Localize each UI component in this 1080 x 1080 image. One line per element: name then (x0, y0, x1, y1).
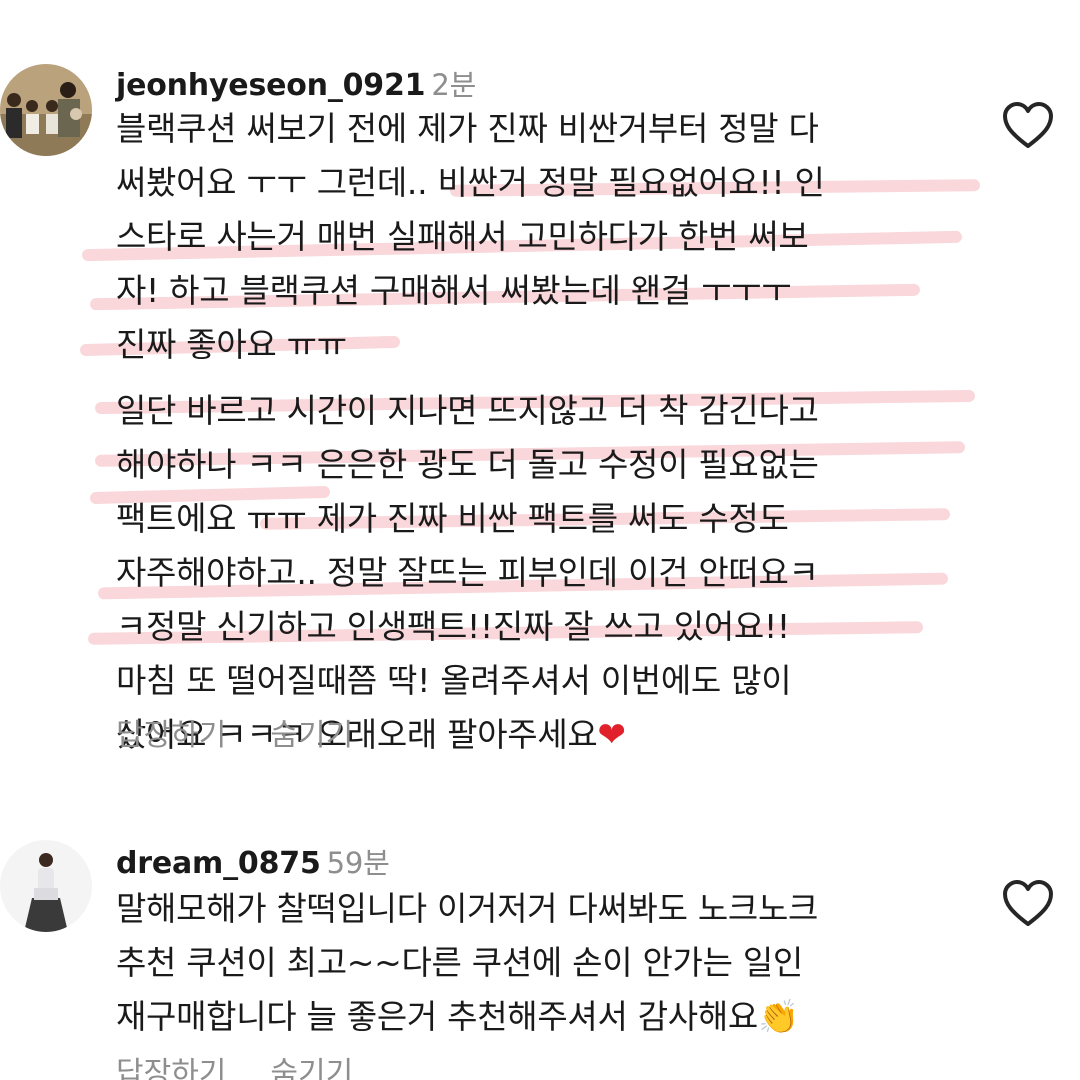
username-text[interactable]: dream_0875 (116, 846, 321, 881)
heart-icon[interactable] (1002, 880, 1054, 928)
comment-line: 말해모해가 찰떡입니다 이거저거 다써봐도 노크노크 (116, 889, 819, 928)
hide-button[interactable]: 숨기기 (270, 1056, 353, 1080)
comment-username[interactable]: dream_0875 59분 (116, 840, 390, 882)
comment-time: 59분 (326, 846, 390, 880)
reply-button[interactable]: 답장하기 (116, 1056, 226, 1080)
comments-screen: jeonhyeseon_0921 2분 블랙쿠션 써보기 전에 제가 진짜 비싼거… (0, 0, 1080, 1080)
avatar-photo-icon (0, 840, 92, 932)
comment-line-last: 재구매합니다 늘 좋은거 추천해주셔서 감사해요👏 (116, 990, 986, 1044)
clapping-hands-emoji-icon: 👏 (757, 997, 799, 1036)
comment-text: 말해모해가 찰떡입니다 이거저거 다써봐도 노크노크 추천 쿠션이 최고~~다른… (116, 882, 986, 1044)
avatar[interactable] (0, 840, 92, 932)
comment-item: dream_0875 59분 말해모해가 찰떡입니다 이거저거 다써봐도 노크노크… (0, 0, 1080, 1080)
comment-line-text: 재구매합니다 늘 좋은거 추천해주셔서 감사해요 (116, 997, 758, 1036)
comment-line: 추천 쿠션이 최고~~다른 쿠션에 손이 안가는 일인 (116, 943, 803, 982)
comment-actions: 답장하기 숨기기 (116, 1048, 397, 1080)
